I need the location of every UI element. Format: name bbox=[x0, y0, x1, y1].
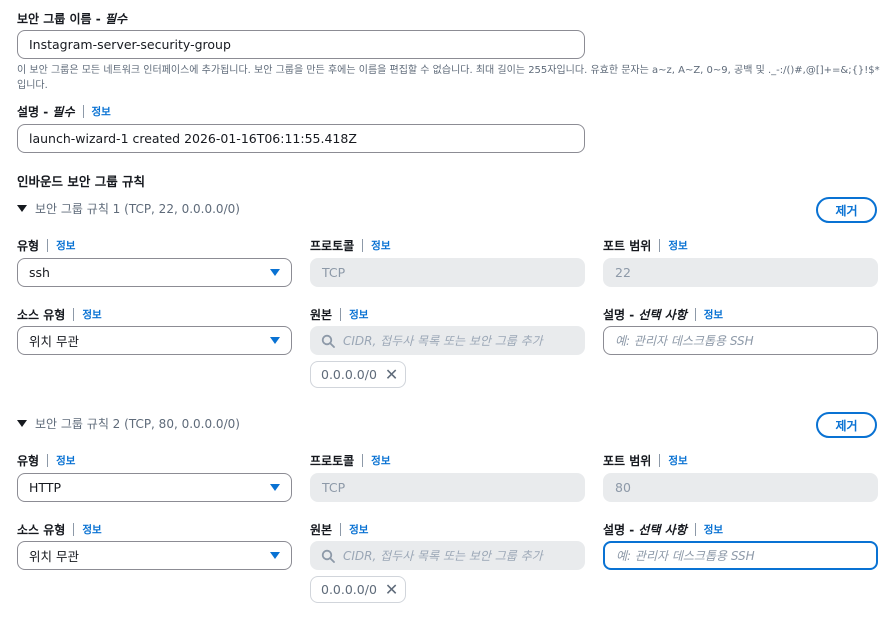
type-value: HTTP bbox=[29, 480, 61, 495]
source-cidr-token: 0.0.0.0/0 ✕ bbox=[310, 576, 406, 603]
port-range-label-row: 포트 범위 정보 bbox=[603, 237, 688, 254]
separator bbox=[362, 454, 364, 467]
search-icon bbox=[321, 549, 343, 563]
rule-description-info-link[interactable]: 정보 bbox=[704, 522, 723, 537]
separator bbox=[694, 308, 696, 321]
caret-down-icon bbox=[270, 484, 280, 491]
rule-description-label: 설명 - 선택 사항 bbox=[603, 523, 687, 537]
protocol-field: TCP bbox=[310, 258, 585, 287]
sg-name-hint: 이 보안 그룹은 모든 네트워크 인터페이스에 추가됩니다. 보안 그룹을 만든… bbox=[17, 65, 880, 91]
token-value: 0.0.0.0/0 bbox=[321, 367, 377, 382]
protocol-label-row: 프로토콜 정보 bbox=[310, 452, 391, 469]
description-input[interactable]: launch-wizard-1 created 2026-01-16T06:11… bbox=[17, 124, 585, 153]
rule-description-input[interactable]: 예: 관리자 데스크톱용 SSH bbox=[603, 326, 878, 355]
source-placeholder: CIDR, 접두사 목록 또는 보안 그룹 추가 bbox=[343, 334, 543, 348]
separator bbox=[73, 523, 75, 536]
rule-2-header[interactable]: 보안 그룹 규칙 2 (TCP, 80, 0.0.0.0/0) bbox=[17, 415, 240, 432]
source-info-link[interactable]: 정보 bbox=[349, 522, 368, 537]
port-range-label: 포트 범위 bbox=[603, 454, 652, 468]
sg-name-label: 보안 그룹 이름 - 필수 bbox=[17, 12, 128, 26]
type-label: 유형 bbox=[17, 454, 40, 468]
source-search-input[interactable]: CIDR, 접두사 목록 또는 보안 그룹 추가 bbox=[310, 326, 585, 355]
type-select[interactable]: HTTP bbox=[17, 473, 292, 502]
separator bbox=[694, 523, 696, 536]
protocol-info-link[interactable]: 정보 bbox=[371, 453, 390, 468]
source-info-link[interactable]: 정보 bbox=[349, 307, 368, 322]
port-range-label-row: 포트 범위 정보 bbox=[603, 452, 688, 469]
type-info-link[interactable]: 정보 bbox=[56, 238, 75, 253]
close-icon[interactable]: ✕ bbox=[385, 366, 398, 383]
port-range-field: 80 bbox=[603, 473, 878, 502]
protocol-label: 프로토콜 bbox=[310, 239, 355, 253]
caret-down-icon bbox=[270, 337, 280, 344]
rule-description-label-row: 설명 - 선택 사항 정보 bbox=[603, 306, 723, 323]
type-value: ssh bbox=[29, 265, 50, 280]
token-value: 0.0.0.0/0 bbox=[321, 582, 377, 597]
protocol-field: TCP bbox=[310, 473, 585, 502]
protocol-label: 프로토콜 bbox=[310, 454, 355, 468]
source-type-value: 위치 무관 bbox=[29, 334, 79, 349]
separator bbox=[362, 239, 364, 252]
triangle-down-icon bbox=[17, 205, 27, 212]
source-label: 원본 bbox=[310, 308, 333, 322]
close-icon[interactable]: ✕ bbox=[385, 581, 398, 598]
source-type-value: 위치 무관 bbox=[29, 549, 79, 564]
port-range-field: 22 bbox=[603, 258, 878, 287]
source-label-row: 원본 정보 bbox=[310, 306, 368, 323]
remove-rule-button[interactable]: 제거 bbox=[816, 197, 877, 223]
source-type-label-row: 소스 유형 정보 bbox=[17, 306, 102, 323]
separator bbox=[47, 454, 49, 467]
separator bbox=[47, 239, 49, 252]
source-cidr-token: 0.0.0.0/0 ✕ bbox=[310, 361, 406, 388]
type-label-row: 유형 정보 bbox=[17, 237, 75, 254]
protocol-label-row: 프로토콜 정보 bbox=[310, 237, 391, 254]
type-label-row: 유형 정보 bbox=[17, 452, 75, 469]
separator bbox=[340, 523, 342, 536]
separator bbox=[82, 105, 84, 118]
source-type-info-link[interactable]: 정보 bbox=[82, 307, 101, 322]
port-range-label: 포트 범위 bbox=[603, 239, 652, 253]
rule-title: 보안 그룹 규칙 2 (TCP, 80, 0.0.0.0/0) bbox=[35, 417, 240, 431]
rule-1-header[interactable]: 보안 그룹 규칙 1 (TCP, 22, 0.0.0.0/0) bbox=[17, 200, 240, 217]
source-search-input[interactable]: CIDR, 접두사 목록 또는 보안 그룹 추가 bbox=[310, 541, 585, 570]
separator bbox=[340, 308, 342, 321]
source-label: 원본 bbox=[310, 523, 333, 537]
separator bbox=[659, 454, 661, 467]
inbound-rules-title: 인바운드 보안 그룹 규칙 bbox=[17, 174, 146, 189]
description-info-link[interactable]: 정보 bbox=[92, 104, 111, 119]
remove-rule-button[interactable]: 제거 bbox=[816, 412, 877, 438]
source-type-label-row: 소스 유형 정보 bbox=[17, 521, 102, 538]
triangle-down-icon bbox=[17, 420, 27, 427]
caret-down-icon bbox=[270, 552, 280, 559]
type-info-link[interactable]: 정보 bbox=[56, 453, 75, 468]
separator bbox=[73, 308, 75, 321]
caret-down-icon bbox=[270, 269, 280, 276]
sg-name-input[interactable]: Instagram-server-security-group bbox=[17, 30, 585, 59]
separator bbox=[659, 239, 661, 252]
type-select[interactable]: ssh bbox=[17, 258, 292, 287]
rule-description-info-link[interactable]: 정보 bbox=[704, 307, 723, 322]
search-icon bbox=[321, 334, 343, 348]
source-placeholder: CIDR, 접두사 목록 또는 보안 그룹 추가 bbox=[343, 549, 543, 563]
source-type-label: 소스 유형 bbox=[17, 308, 66, 322]
rule-description-input[interactable]: 예: 관리자 데스크톱용 SSH bbox=[603, 541, 878, 570]
source-type-select[interactable]: 위치 무관 bbox=[17, 541, 292, 570]
description-label-row: 설명 - 필수 정보 bbox=[17, 103, 111, 120]
source-type-select[interactable]: 위치 무관 bbox=[17, 326, 292, 355]
source-type-label: 소스 유형 bbox=[17, 523, 66, 537]
description-label: 설명 - 필수 bbox=[17, 105, 75, 119]
source-type-info-link[interactable]: 정보 bbox=[82, 522, 101, 537]
rule-title: 보안 그룹 규칙 1 (TCP, 22, 0.0.0.0/0) bbox=[35, 202, 240, 216]
port-range-info-link[interactable]: 정보 bbox=[668, 453, 687, 468]
rule-description-label-row: 설명 - 선택 사항 정보 bbox=[603, 521, 723, 538]
source-label-row: 원본 정보 bbox=[310, 521, 368, 538]
rule-description-label: 설명 - 선택 사항 bbox=[603, 308, 687, 322]
protocol-info-link[interactable]: 정보 bbox=[371, 238, 390, 253]
port-range-info-link[interactable]: 정보 bbox=[668, 238, 687, 253]
type-label: 유형 bbox=[17, 239, 40, 253]
